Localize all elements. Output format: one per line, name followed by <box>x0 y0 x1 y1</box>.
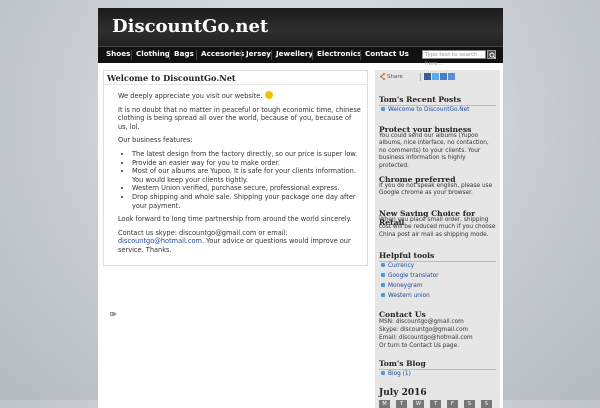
divider <box>420 73 421 81</box>
nav-item-shoes[interactable]: Shoes <box>106 49 130 58</box>
site-header: DiscountGo.net <box>98 8 503 46</box>
calendar-day-header: F <box>447 400 458 408</box>
share-label[interactable]: Share <box>387 74 403 82</box>
tool-link-western-union[interactable]: Western union <box>381 293 430 299</box>
smile-emoji-icon <box>265 91 274 99</box>
nav-separator <box>169 50 170 60</box>
google-icon[interactable] <box>440 73 447 80</box>
main-nav: Shoes Clothing Bags Accesories Jersey Je… <box>98 46 503 67</box>
tools-heading: Helpful tools <box>379 251 435 260</box>
features-list: The latest design from the factory direc… <box>118 150 362 210</box>
closing-paragraph: Look forward to long time partnership fr… <box>118 215 352 224</box>
calendar-day-header: S <box>481 400 492 408</box>
search-button[interactable] <box>487 50 496 59</box>
contact-prefix: Contact us skype: discountgo@gmail.com o… <box>118 228 288 237</box>
list-item: The latest design from the factory direc… <box>132 150 362 159</box>
twitter-icon[interactable] <box>432 73 439 80</box>
greeting-paragraph: We deeply appreciate you visit our websi… <box>118 91 362 101</box>
email-share-icon[interactable] <box>448 73 455 80</box>
list-item: Drop shipping and whole sale. Shipping y… <box>132 193 362 210</box>
calendar-day-header: T <box>396 400 407 408</box>
contact-line: Or turn to Contact Us page. <box>379 343 460 349</box>
divider <box>379 369 496 370</box>
blog-link[interactable]: Blog (1) <box>381 371 411 377</box>
tool-link-google-translator[interactable]: Google translator <box>381 273 439 279</box>
recent-post-link[interactable]: Welcome to DiscountGo.Net <box>381 107 469 113</box>
nav-item-jewellery[interactable]: Jewellery <box>276 49 313 58</box>
main-content: Welcome to DiscountGo.Net We deeply appr… <box>103 70 368 316</box>
nav-separator <box>271 50 272 60</box>
list-item: Western Union verified, purchase secure,… <box>132 184 362 193</box>
calendar-day-header: S <box>464 400 475 408</box>
contact-email-link[interactable]: discountgo@hotmail.com <box>118 237 202 245</box>
nav-item-electronics[interactable]: Electronics <box>317 49 362 58</box>
nav-separator <box>312 50 313 60</box>
chrome-text: If you do not speak english, please use … <box>379 183 493 197</box>
features-heading: Our business features: <box>118 136 193 145</box>
nav-separator <box>360 50 361 60</box>
list-item: Provide an easier way for you to make or… <box>132 159 362 168</box>
protect-text: You could send our albums (Yupoo albums,… <box>379 133 489 169</box>
nav-separator <box>196 50 197 60</box>
saving-text: When you place small order, shipping cos… <box>379 217 496 238</box>
calendar-day-header: T <box>430 400 441 408</box>
nav-item-contact-us[interactable]: Contact Us <box>365 49 409 58</box>
facebook-icon[interactable] <box>424 73 431 80</box>
calendar-day-header: M <box>379 400 390 408</box>
search-icon <box>489 52 496 59</box>
search-input[interactable]: Type text to search here... <box>422 50 486 67</box>
calendar-heading: July 2016 <box>379 388 427 398</box>
contact-heading: Contact Us <box>379 310 426 319</box>
divider <box>379 105 496 106</box>
nav-item-clothing[interactable]: Clothing <box>136 49 170 58</box>
post-body: We deeply appreciate you visit our websi… <box>118 91 362 260</box>
share-icon[interactable] <box>379 73 386 80</box>
nav-item-jersey[interactable]: Jersey <box>246 49 271 58</box>
nav-separator <box>241 50 242 60</box>
greeting-text: We deeply appreciate you visit our websi… <box>118 92 263 100</box>
blog-heading: Tom's Blog <box>379 359 426 368</box>
page: DiscountGo.net Shoes Clothing Bags Acces… <box>98 8 503 408</box>
intro-paragraph: It is no doubt that no matter in peacefu… <box>118 105 361 131</box>
post-title[interactable]: Welcome to DiscountGo.Net <box>107 73 236 83</box>
tool-link-moneygram[interactable]: Moneygram <box>381 283 422 289</box>
sidebar: Share Tom's Recent Posts Welcome to Disc… <box>375 70 500 408</box>
recent-posts-heading: Tom's Recent Posts <box>379 95 462 104</box>
contact-paragraph: Contact us skype: discountgo@gmail.com o… <box>118 229 362 255</box>
contact-line: MSN: discountgo@gmail.com <box>379 319 464 325</box>
nav-separator <box>131 50 132 60</box>
site-title[interactable]: DiscountGo.net <box>112 16 268 37</box>
tag-icon[interactable] <box>110 311 118 317</box>
contact-line: Skype: discountgo@gmail.com <box>379 327 469 333</box>
divider <box>104 84 367 85</box>
nav-item-accesories[interactable]: Accesories <box>201 49 244 58</box>
list-item: Most of our albums are Yupoo. It is safe… <box>132 167 362 184</box>
nav-item-bags[interactable]: Bags <box>174 49 194 58</box>
divider <box>379 261 496 262</box>
calendar-day-header: W <box>413 400 424 408</box>
contact-line: Email: discountgo@hotmail.com <box>379 335 473 341</box>
tool-link-currency[interactable]: Currency <box>381 263 414 269</box>
